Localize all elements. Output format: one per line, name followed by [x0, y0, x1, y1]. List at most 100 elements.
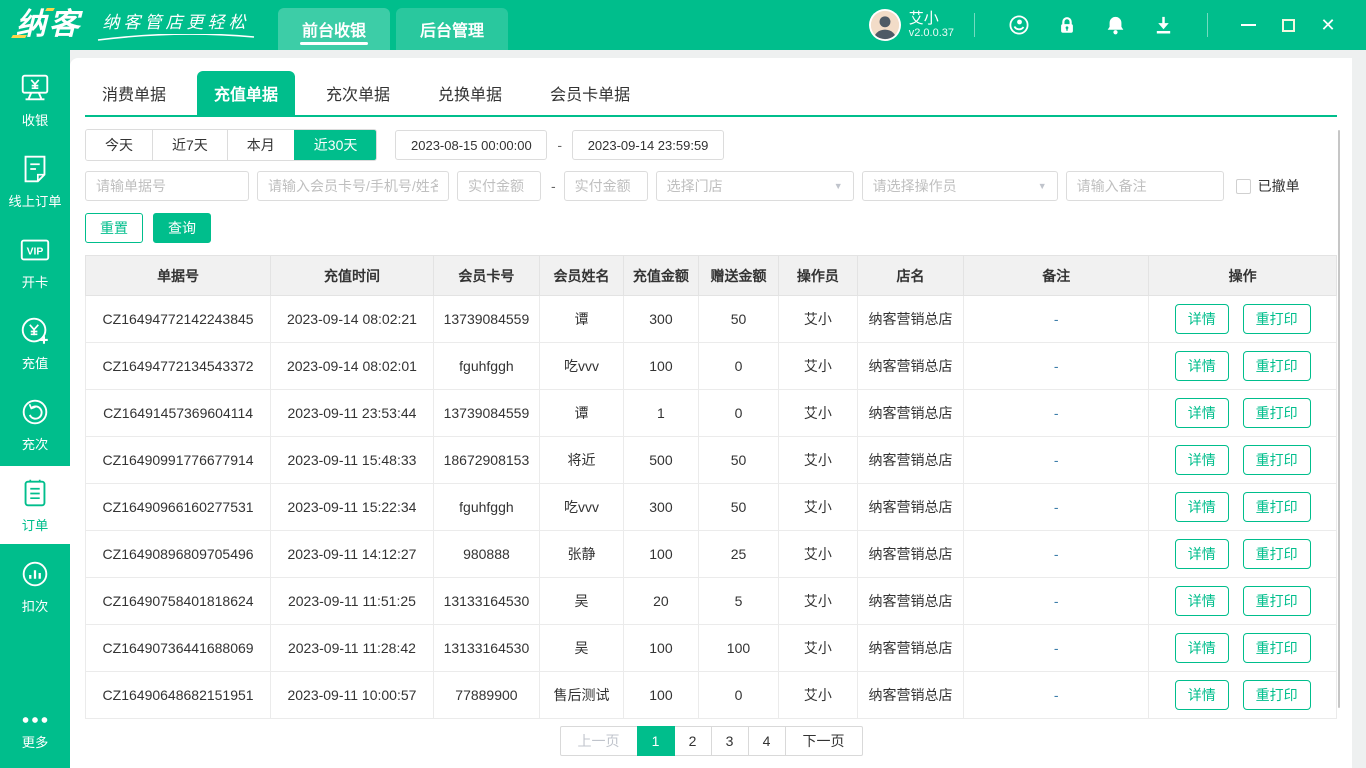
detail-button[interactable]: 详情: [1175, 398, 1229, 428]
tab-recharge-times-receipts[interactable]: 充次单据: [309, 71, 407, 115]
tab-exchange-receipts[interactable]: 兑换单据: [421, 71, 519, 115]
cell-operator: 艾小: [779, 390, 858, 437]
window-controls: ✕: [1228, 10, 1348, 40]
end-date-input[interactable]: [572, 130, 724, 160]
cell-recharge-time: 2023-09-11 15:48:33: [271, 437, 434, 484]
order-no-input[interactable]: [85, 171, 249, 201]
user-menu[interactable]: 艾小 v2.0.0.37: [869, 9, 954, 41]
table-scrollbar[interactable]: [1338, 130, 1340, 708]
cell-remark: -: [964, 531, 1149, 578]
member-search-input[interactable]: [257, 171, 449, 201]
quick-range-7days[interactable]: 近7天: [152, 130, 227, 160]
col-card-no: 会员卡号: [433, 256, 539, 296]
quick-range-month[interactable]: 本月: [227, 130, 294, 160]
sidebar-item-recharge-times[interactable]: 充次: [0, 385, 70, 463]
remark-input[interactable]: [1066, 171, 1224, 201]
reset-button[interactable]: 重置: [85, 213, 143, 243]
slogan-text: 纳客管店更轻松: [103, 8, 250, 33]
nav-tab-front-cashier[interactable]: 前台收银: [278, 8, 390, 50]
lock-icon[interactable]: [1056, 14, 1078, 36]
cell-store: 纳客营销总店: [857, 531, 963, 578]
cell-remark: -: [964, 343, 1149, 390]
reprint-button[interactable]: 重打印: [1243, 539, 1311, 569]
reprint-button[interactable]: 重打印: [1243, 351, 1311, 381]
prev-page-button[interactable]: 上一页: [560, 726, 638, 756]
cell-operator: 艾小: [779, 625, 858, 672]
sidebar-item-online-orders[interactable]: 线上订单: [0, 142, 70, 220]
close-button[interactable]: ✕: [1308, 10, 1348, 40]
cell-card-no: 13739084559: [433, 390, 539, 437]
detail-button[interactable]: 详情: [1175, 351, 1229, 381]
detail-button[interactable]: 详情: [1175, 304, 1229, 334]
page-button-4[interactable]: 4: [748, 726, 786, 756]
reprint-button[interactable]: 重打印: [1243, 492, 1311, 522]
table-header: 单据号 充值时间 会员卡号 会员姓名 充值金额 赠送金额 操作员 店名 备注 操…: [86, 256, 1337, 296]
customer-service-icon[interactable]: [1008, 14, 1030, 36]
cell-recharge-time: 2023-09-11 11:28:42: [271, 625, 434, 672]
date-range-separator: -: [557, 137, 562, 153]
quick-range-today[interactable]: 今天: [86, 130, 152, 160]
more-dots-icon: [18, 713, 52, 727]
cancelled-checkbox[interactable]: [1236, 179, 1251, 194]
reprint-button[interactable]: 重打印: [1243, 633, 1311, 663]
minimize-button[interactable]: [1228, 10, 1268, 40]
download-updates-icon[interactable]: [1152, 14, 1174, 36]
divider: [1207, 13, 1208, 37]
nav-tab-label: 前台收银: [302, 17, 366, 41]
search-button[interactable]: 查询: [153, 213, 211, 243]
reprint-button[interactable]: 重打印: [1243, 398, 1311, 428]
col-operator: 操作员: [779, 256, 858, 296]
reprint-button[interactable]: 重打印: [1243, 680, 1311, 710]
start-date-input[interactable]: [395, 130, 547, 160]
detail-button[interactable]: 详情: [1175, 586, 1229, 616]
topbar-right: 艾小 v2.0.0.37: [869, 9, 1366, 41]
page-button-3[interactable]: 3: [711, 726, 749, 756]
cell-operator: 艾小: [779, 343, 858, 390]
sidebar-item-recharge[interactable]: 充值: [0, 304, 70, 382]
maximize-button[interactable]: [1268, 10, 1308, 40]
pagination: 上一页 1 2 3 4 下一页: [85, 726, 1337, 756]
amount-min-input[interactable]: [457, 171, 541, 201]
tab-recharge-receipts[interactable]: 充值单据: [197, 71, 295, 115]
sidebar-item-label: 收银: [22, 110, 49, 129]
detail-button[interactable]: 详情: [1175, 445, 1229, 475]
nav-tab-backend-manage[interactable]: 后台管理: [396, 8, 508, 50]
user-name: 艾小: [909, 10, 954, 27]
reprint-button[interactable]: 重打印: [1243, 304, 1311, 334]
detail-button[interactable]: 详情: [1175, 539, 1229, 569]
sidebar-item-label: 充值: [22, 353, 49, 372]
amount-max-input[interactable]: [564, 171, 648, 201]
sidebar-item-deduct-times[interactable]: 扣次: [0, 547, 70, 625]
page-button-2[interactable]: 2: [674, 726, 712, 756]
next-page-button[interactable]: 下一页: [785, 726, 863, 756]
reprint-button[interactable]: 重打印: [1243, 586, 1311, 616]
cell-operator: 艾小: [779, 296, 858, 343]
cell-recharge-time: 2023-09-14 08:02:21: [271, 296, 434, 343]
cell-order-no: CZ16490758401818624: [86, 578, 271, 625]
notification-bell-icon[interactable]: [1104, 14, 1126, 36]
sidebar-item-more[interactable]: 更多: [0, 702, 70, 762]
tab-member-card-receipts[interactable]: 会员卡单据: [533, 71, 647, 115]
sidebar-item-open-card[interactable]: VIP 开卡: [0, 223, 70, 301]
detail-button[interactable]: 详情: [1175, 680, 1229, 710]
cell-member-name: 谭: [540, 390, 624, 437]
reprint-button[interactable]: 重打印: [1243, 445, 1311, 475]
cancelled-filter[interactable]: 已撤单: [1236, 176, 1300, 196]
store-select[interactable]: 选择门店 ▼: [656, 171, 854, 201]
cell-store: 纳客营销总店: [857, 343, 963, 390]
tab-consume-receipts[interactable]: 消费单据: [85, 71, 183, 115]
detail-button[interactable]: 详情: [1175, 633, 1229, 663]
page-button-1[interactable]: 1: [637, 726, 675, 756]
operator-select[interactable]: 请选择操作员 ▼: [862, 171, 1058, 201]
cell-actions: 详情 重打印: [1149, 625, 1337, 672]
logo-accent: [11, 35, 27, 38]
sidebar-item-label: 更多: [22, 732, 49, 751]
sidebar-item-orders[interactable]: 订单: [0, 466, 70, 544]
cell-store: 纳客营销总店: [857, 390, 963, 437]
table-row: CZ16494772134543372 2023-09-14 08:02:01 …: [86, 343, 1337, 390]
slogan-swoosh-underline: [96, 34, 256, 42]
detail-button[interactable]: 详情: [1175, 492, 1229, 522]
sidebar-item-cashier[interactable]: 收银: [0, 61, 70, 139]
quick-range-30days[interactable]: 近30天: [294, 130, 377, 160]
cell-store: 纳客营销总店: [857, 296, 963, 343]
